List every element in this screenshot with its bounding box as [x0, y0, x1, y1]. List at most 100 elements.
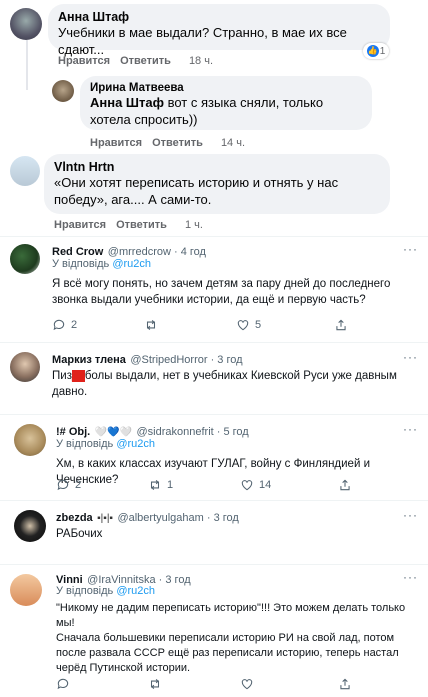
reply-button[interactable] [56, 677, 148, 691]
mention-link[interactable]: Анна Штаф [90, 95, 164, 110]
comment-actions: Нравится Ответить 18 ч. [58, 55, 213, 67]
reply-to-link[interactable]: @ru2ch [112, 258, 151, 270]
tweet-text: РАБочих [56, 528, 103, 540]
like-button[interactable]: 5 [236, 318, 328, 332]
tweet-text-part: болы выдали, нет в учебниках Киевской Ру… [52, 370, 397, 398]
like-link[interactable]: Нравится [58, 55, 110, 67]
comment-author[interactable]: Анна Штаф [58, 10, 380, 24]
divider [0, 414, 428, 415]
comment-actions: Нравится Ответить 14 ч. [90, 137, 245, 149]
retweet-icon [150, 479, 160, 491]
tweet-actions: 2 5 [52, 318, 426, 332]
share-icon [340, 678, 350, 690]
share-icon [340, 479, 350, 491]
like-link[interactable]: Нравится [90, 137, 142, 149]
more-options-icon[interactable]: ··· [403, 350, 418, 364]
tweet: Vinni @IraVinnitska · 3 год ··· У відпов… [0, 570, 428, 697]
tweet-actions [56, 677, 428, 691]
comment-text: Учебники в мае выдали? Странно, в мае их… [58, 25, 347, 57]
avatar[interactable] [10, 156, 40, 186]
reply-context: У відповідь @ru2ch [56, 438, 155, 450]
reply-count: 2 [75, 479, 82, 491]
tweet: !# Obj. 🤍💙🤍 @sidrakonnefrit · 5 год ··· … [0, 422, 428, 502]
share-button[interactable] [338, 478, 428, 492]
comment-bubble: Анна Штаф Учебники в мае выдали? Странно… [48, 4, 390, 57]
comment-author[interactable]: Ирина Матвеева [90, 82, 362, 94]
tweet-handle[interactable]: @albertyulgaham · 3 год [117, 512, 238, 524]
reply-count: 2 [71, 319, 78, 331]
comment-bubble: Vlntn Hrtn «Они хотят переписать историю… [44, 154, 390, 214]
timestamp[interactable]: 1 ч. [185, 219, 203, 231]
reaction-badge[interactable]: 👍 1 [363, 43, 389, 59]
tweet-author[interactable]: !# Obj. [56, 426, 90, 438]
comment-text: «Они хотят переписать историю и отнять у… [54, 175, 339, 207]
reply-button[interactable]: 2 [52, 318, 144, 332]
reply-icon [57, 678, 69, 690]
avatar[interactable] [10, 8, 42, 40]
name-emoji: 🤍💙🤍 [94, 427, 133, 438]
reply-button[interactable]: 2 [56, 478, 148, 492]
like-count: 14 [259, 479, 272, 491]
tweet-text: "Никому не дадим переписать историю"!!! … [56, 602, 406, 674]
reply-icon [57, 479, 69, 491]
timestamp[interactable]: 18 ч. [189, 55, 213, 67]
censor-mark: дa [71, 370, 85, 382]
comment-bubble: Ирина Матвеева Анна Штаф вот с языка сня… [80, 76, 372, 130]
tweet-handle[interactable]: @sidrakonnefrit · 5 год [137, 426, 249, 438]
more-options-icon[interactable]: ··· [403, 242, 418, 256]
like-count: 5 [255, 319, 262, 331]
comment-author[interactable]: Vlntn Hrtn [54, 160, 380, 174]
tweet: zbezda ▪|▪|▪ @albertyulgaham · 3 год ···… [0, 508, 428, 548]
like-button[interactable]: 14 [240, 478, 332, 492]
tweet-handle[interactable]: @mrredcrow · 4 год [108, 246, 206, 258]
divider [0, 500, 428, 501]
tweet-actions: 2 1 14 [56, 478, 428, 492]
divider [0, 564, 428, 565]
tweet-author[interactable]: zbezda [56, 512, 93, 524]
comment-actions: Нравится Ответить 1 ч. [54, 219, 203, 231]
tweet-author[interactable]: Маркиз тлена [52, 354, 126, 366]
reply-icon [53, 319, 65, 331]
tweet-text: Я всё могу понять, но зачем детям за пар… [52, 278, 391, 306]
reply-context: У відповідь @ru2ch [52, 258, 151, 270]
reply-prefix: У відповідь [56, 585, 114, 597]
like-link[interactable]: Нравится [54, 219, 106, 231]
retweet-button[interactable]: 1 [148, 478, 240, 492]
tweet: Маркиз тлена @StripedHorror · 3 год ··· … [0, 350, 428, 400]
tweet-handle[interactable]: @StripedHorror · 3 год [130, 354, 242, 366]
tweet-text: Пиздaболы выдали, нет в учебниках Киевск… [52, 368, 402, 400]
tweet-header: zbezda ▪|▪|▪ @albertyulgaham · 3 год [56, 508, 239, 526]
tweet-text-part: Пиз [52, 370, 72, 382]
reply-prefix: У відповідь [56, 438, 114, 450]
avatar[interactable] [52, 80, 74, 102]
share-button[interactable] [338, 677, 428, 691]
retweet-icon [146, 319, 156, 331]
reply-prefix: У відповідь [52, 258, 110, 270]
reply-link[interactable]: Ответить [120, 55, 171, 67]
retweet-count: 1 [167, 479, 174, 491]
share-button[interactable] [334, 318, 426, 332]
like-reaction-icon: 👍 [366, 45, 379, 57]
reply-context: У відповідь @ru2ch [56, 585, 155, 597]
more-options-icon[interactable]: ··· [403, 570, 418, 584]
heart-icon [241, 679, 253, 690]
more-options-icon[interactable]: ··· [403, 508, 418, 522]
reply-link[interactable]: Ответить [116, 219, 167, 231]
like-button[interactable] [240, 677, 332, 691]
timestamp[interactable]: 14 ч. [221, 137, 245, 149]
reaction-count: 1 [379, 45, 386, 57]
divider [0, 236, 428, 237]
retweet-icon [150, 678, 160, 690]
reply-link[interactable]: Ответить [152, 137, 203, 149]
name-emoji: ▪|▪|▪ [97, 513, 113, 524]
retweet-button[interactable] [148, 677, 240, 691]
reply-to-link[interactable]: @ru2ch [116, 438, 155, 450]
reply-to-link[interactable]: @ru2ch [116, 585, 155, 597]
share-icon [336, 319, 346, 331]
comment-text: Анна Штаф вот с языка сняли, только хоте… [90, 94, 362, 128]
tweet: Red Crow @mrredcrow · 4 год ··· У відпов… [0, 242, 428, 332]
tweet-author[interactable]: Red Crow [52, 246, 103, 258]
retweet-button[interactable] [144, 318, 236, 332]
more-options-icon[interactable]: ··· [403, 422, 418, 436]
divider [0, 342, 428, 343]
